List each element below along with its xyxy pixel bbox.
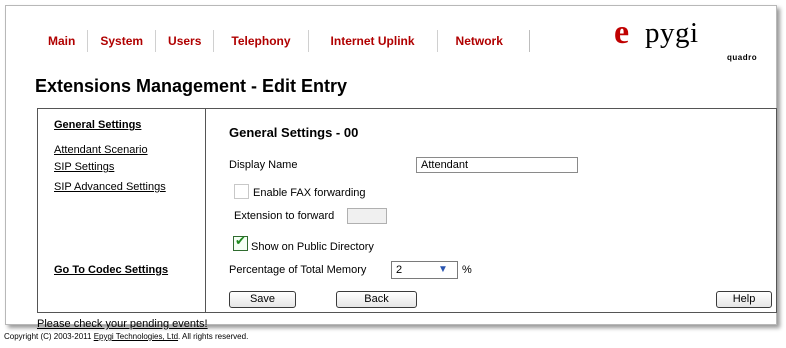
memory-percentage-value: 2 xyxy=(396,264,403,276)
menu-telephony[interactable]: Telephony xyxy=(214,30,309,52)
chevron-down-icon[interactable]: ▼ xyxy=(435,263,451,277)
memory-percentage-select[interactable]: 2 ▼ xyxy=(391,261,458,279)
checkmark-icon: ✔ xyxy=(235,233,246,248)
fax-forwarding-label: Enable FAX forwarding xyxy=(253,187,366,199)
public-directory-label: Show on Public Directory xyxy=(251,241,374,253)
memory-unit-label: % xyxy=(462,264,472,276)
nav-codec-settings[interactable]: Go To Codec Settings xyxy=(54,264,168,276)
company-link[interactable]: Epygi Technologies, Ltd xyxy=(94,332,178,341)
public-directory-checkbox[interactable]: ✔ xyxy=(233,233,248,251)
edit-form: General Settings - 00 Display Name Enabl… xyxy=(206,109,776,312)
nav-attendant-scenario[interactable]: Attendant Scenario xyxy=(54,144,148,156)
extension-forward-label: Extension to forward xyxy=(234,210,335,222)
display-name-label: Display Name xyxy=(229,159,298,171)
pending-events-link[interactable]: Please check your pending events! xyxy=(37,318,208,330)
logo-subtitle: quadro xyxy=(727,53,758,62)
page-title: Extensions Management - Edit Entry xyxy=(35,76,348,96)
nav-sip-advanced-settings[interactable]: SIP Advanced Settings xyxy=(54,181,166,193)
display-name-input[interactable] xyxy=(416,157,578,173)
help-button[interactable]: Help xyxy=(716,291,772,308)
menu-system[interactable]: System xyxy=(88,30,157,52)
copyright-notice: Copyright (C) 2003-2011 Epygi Technologi… xyxy=(4,332,248,341)
copyright-prefix: Copyright (C) 2003-2011 xyxy=(4,332,94,341)
save-button[interactable]: Save xyxy=(229,291,296,308)
back-button[interactable]: Back xyxy=(336,291,417,308)
top-menu: Main System Users Telephony Internet Upl… xyxy=(35,30,530,52)
fax-forwarding-checkbox[interactable] xyxy=(234,184,249,199)
memory-percentage-label: Percentage of Total Memory xyxy=(229,264,367,276)
section-title: General Settings - 00 xyxy=(229,125,359,140)
left-nav: General Settings Attendant Scenario SIP … xyxy=(38,109,206,312)
nav-general-settings[interactable]: General Settings xyxy=(54,119,141,131)
extension-forward-input[interactable] xyxy=(347,208,387,224)
nav-sip-settings[interactable]: SIP Settings xyxy=(54,161,114,173)
logo-mark: e xyxy=(614,14,630,51)
epygi-logo: e pygi quadro xyxy=(614,14,764,63)
logo-text: pygi xyxy=(645,17,699,49)
menu-internet-uplink[interactable]: Internet Uplink xyxy=(309,30,438,52)
menu-main[interactable]: Main xyxy=(35,30,89,52)
content-panel: General Settings Attendant Scenario SIP … xyxy=(37,108,777,313)
menu-network[interactable]: Network xyxy=(438,30,530,52)
menu-users[interactable]: Users xyxy=(156,30,215,52)
copyright-suffix: . All rights reserved. xyxy=(178,332,249,341)
